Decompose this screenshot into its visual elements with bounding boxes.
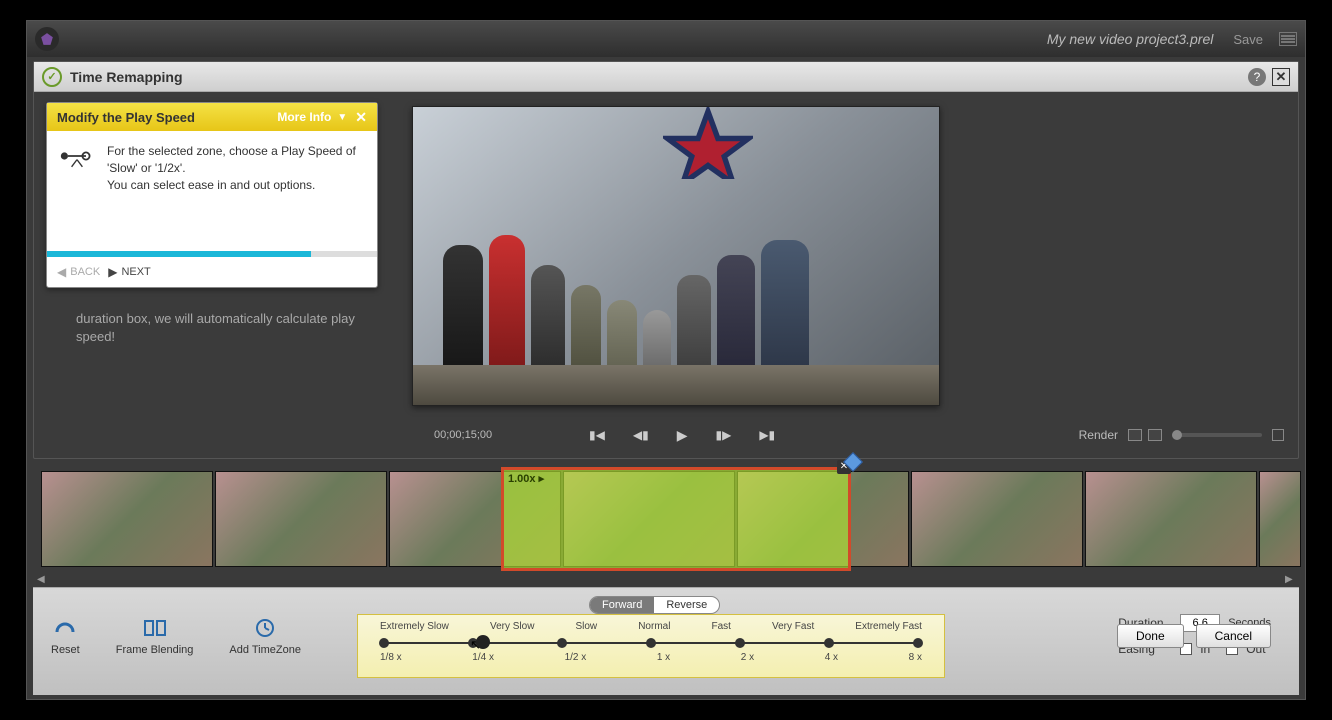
goto-end-button[interactable]: ▶▮ [759, 428, 775, 442]
playhead[interactable] [853, 455, 860, 469]
timecode-display: 00;00;15;00 [434, 429, 492, 441]
panel-header: ✓ Time Remapping ? ✕ [34, 62, 1298, 92]
clip-thumbnail[interactable] [41, 471, 213, 567]
speed-value: 1/2 x [565, 652, 587, 663]
tip-close-button[interactable]: ✕ [355, 109, 367, 126]
add-timezone-button[interactable]: Add TimeZone [229, 618, 301, 656]
speed-value: 1/4 x [472, 652, 494, 663]
filmstrip-area: 1.00x ▸ ✕ ◀ ▶ [33, 455, 1299, 581]
pinata-star-icon [663, 107, 753, 177]
tip-back-button[interactable]: ◀ BACK [57, 265, 100, 279]
quality-toggle-2-icon[interactable] [1148, 429, 1162, 441]
speed-value: 1/8 x [380, 652, 402, 663]
tip-collapse-icon[interactable]: ▼ [337, 112, 347, 123]
speed-slider: Extremely Slow Very Slow Slow Normal Fas… [357, 614, 945, 678]
app-logo-icon [35, 27, 59, 51]
direction-toggle: Forward Reverse [589, 596, 720, 614]
step-forward-button[interactable]: ▮▶ [715, 428, 731, 442]
speed-label: Fast [711, 621, 730, 632]
speed-label: Extremely Slow [380, 621, 449, 632]
scroll-right-icon[interactable]: ▶ [1285, 575, 1295, 585]
playback-controls: 00;00;15;00 ▮◀ ◀▮ ▶ ▮▶ ▶▮ Render [34, 422, 1298, 448]
quality-toggle-1-icon[interactable] [1128, 429, 1142, 441]
speed-label: Slow [575, 621, 597, 632]
time-remapping-panel: ✓ Time Remapping ? ✕ duration box, we wi… [33, 61, 1299, 459]
speed-value: 1 x [657, 652, 670, 663]
help-icon[interactable]: ? [1248, 68, 1266, 86]
tip-header: Modify the Play Speed More Info ▼ ✕ [47, 103, 377, 131]
speed-handle-icon [59, 147, 95, 171]
frame-blending-icon [143, 618, 167, 638]
render-button[interactable]: Render [1079, 428, 1118, 442]
background-hint-text: duration box, we will automatically calc… [76, 310, 376, 346]
reset-button[interactable]: Reset [51, 618, 80, 656]
panel-check-icon: ✓ [42, 67, 62, 87]
app-menu-icon[interactable] [1279, 32, 1297, 46]
bottom-controls: Forward Reverse Reset Frame Blending [33, 587, 1299, 695]
guided-tip-card: Modify the Play Speed More Info ▼ ✕ For … [46, 102, 378, 288]
speed-value: 2 x [741, 652, 754, 663]
cancel-button[interactable]: Cancel [1196, 624, 1271, 648]
next-arrow-icon: ▶ [108, 265, 117, 279]
step-back-button[interactable]: ◀▮ [633, 428, 649, 442]
clip-thumbnail[interactable] [1085, 471, 1257, 567]
speed-value: 8 x [909, 652, 922, 663]
done-button[interactable]: Done [1117, 624, 1184, 648]
tip-more-info-link[interactable]: More Info [277, 110, 331, 124]
speed-value: 4 x [825, 652, 838, 663]
speed-label: Normal [638, 621, 670, 632]
speed-label: Extremely Fast [855, 621, 922, 632]
back-arrow-icon: ◀ [57, 265, 66, 279]
add-timezone-icon [253, 618, 277, 638]
speed-label: Very Slow [490, 621, 534, 632]
save-button[interactable]: Save [1233, 32, 1263, 47]
clip-thumbnail[interactable] [215, 471, 387, 567]
reverse-toggle[interactable]: Reverse [654, 597, 719, 613]
speed-track[interactable] [380, 636, 922, 650]
scroll-left-icon[interactable]: ◀ [37, 575, 47, 585]
play-button[interactable]: ▶ [677, 427, 688, 444]
timezone-selection[interactable]: 1.00x ▸ ✕ [501, 467, 851, 571]
clip-thumbnail[interactable] [1259, 471, 1301, 567]
speed-values: 1/8 x 1/4 x 1/2 x 1 x 2 x 4 x 8 x [380, 652, 922, 663]
speed-labels: Extremely Slow Very Slow Slow Normal Fas… [380, 621, 922, 632]
forward-toggle[interactable]: Forward [590, 597, 654, 613]
panel-title: Time Remapping [70, 69, 1248, 85]
tip-progress-fill [47, 251, 311, 257]
zoom-slider[interactable] [1172, 433, 1262, 437]
goto-start-button[interactable]: ▮◀ [589, 428, 605, 442]
speed-label: Very Fast [772, 621, 814, 632]
tip-progress-bar [47, 251, 377, 257]
reset-icon [53, 618, 77, 638]
panel-grip-icon[interactable] [1272, 429, 1284, 441]
frame-blending-button[interactable]: Frame Blending [116, 618, 194, 656]
tip-body-text: For the selected zone, choose a Play Spe… [107, 143, 365, 239]
zoom-slider-thumb[interactable] [1172, 430, 1182, 440]
video-preview[interactable] [412, 106, 940, 406]
project-title: My new video project3.prel [1047, 31, 1214, 47]
selection-speed-label: 1.00x ▸ [508, 472, 544, 485]
tip-title: Modify the Play Speed [57, 110, 277, 125]
app-titlebar: My new video project3.prel Save [27, 21, 1305, 57]
clip-thumbnail[interactable] [911, 471, 1083, 567]
panel-close-button[interactable]: ✕ [1272, 68, 1290, 86]
app-window: My new video project3.prel Save ✓ Time R… [26, 20, 1306, 700]
speed-thumb[interactable] [476, 635, 490, 649]
tip-next-button[interactable]: ▶ NEXT [108, 265, 151, 279]
